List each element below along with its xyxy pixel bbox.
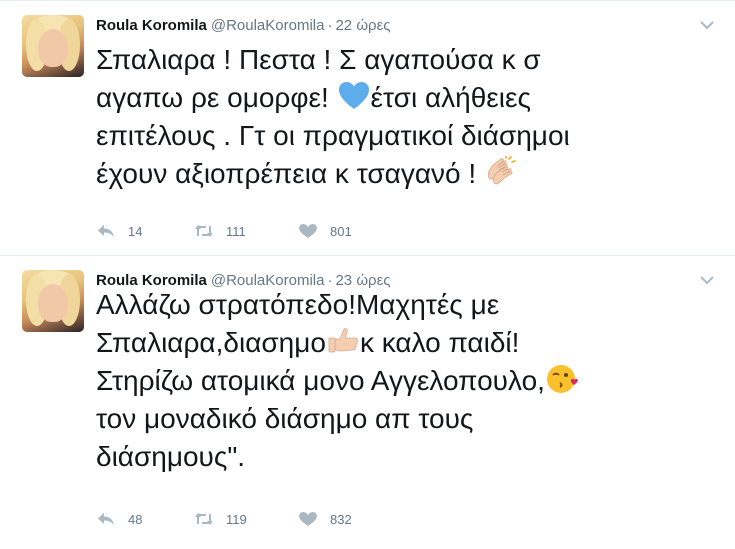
reply-count: 14 bbox=[128, 223, 143, 239]
tweet-actions: 14 111 801 bbox=[96, 221, 378, 241]
blue-heart-icon bbox=[338, 82, 369, 109]
clapping-hands-icon bbox=[487, 156, 516, 185]
heart-icon bbox=[299, 512, 317, 526]
reply-button[interactable]: 48 bbox=[96, 511, 194, 527]
timestamp[interactable]: 22 ώρες bbox=[335, 17, 390, 34]
author-handle[interactable]: @RoulaKoromila bbox=[211, 17, 325, 34]
reply-icon bbox=[98, 225, 114, 237]
reply-icon bbox=[98, 513, 114, 525]
thumbs-up-icon bbox=[328, 328, 358, 353]
tweet[interactable]: Roula Koromila @RoulaKoromila · 22 ώρες Σπα… bbox=[0, 0, 735, 256]
retweet-count: 111 bbox=[226, 223, 246, 239]
chevron-down-icon[interactable] bbox=[697, 17, 717, 33]
face-throwing-kiss-icon bbox=[546, 365, 578, 393]
tweet-text: Αλλάζω στρατόπεδο!Μαχητές με Σπαλιαρα,δι… bbox=[96, 286, 716, 476]
like-button[interactable]: 801 bbox=[298, 223, 378, 239]
like-count: 801 bbox=[330, 223, 352, 239]
reply-button[interactable]: 14 bbox=[96, 223, 194, 239]
tweet-text: Σπαλιαρα ! Πεστα ! Σ αγαπούσα κ σ αγαπω … bbox=[96, 41, 716, 193]
like-button[interactable]: 832 bbox=[298, 511, 378, 527]
separator: · bbox=[327, 17, 333, 34]
retweet-button[interactable]: 119 bbox=[194, 511, 298, 527]
avatar[interactable] bbox=[22, 270, 84, 332]
retweet-icon bbox=[195, 513, 213, 525]
avatar[interactable] bbox=[22, 15, 84, 77]
tweet[interactable]: Roula Koromila @RoulaKoromila · 23 ώρες Αλλ… bbox=[0, 256, 735, 549]
retweet-icon bbox=[195, 225, 213, 237]
author-name[interactable]: Roula Koromila bbox=[96, 17, 207, 34]
reply-count: 48 bbox=[128, 511, 143, 527]
like-count: 832 bbox=[330, 511, 352, 527]
heart-icon bbox=[299, 224, 317, 238]
retweet-count: 119 bbox=[226, 511, 247, 527]
tweet-text-part: τον μοναδικό διάσημο απ τους διάσημους". bbox=[96, 403, 474, 472]
retweet-button[interactable]: 111 bbox=[194, 223, 298, 239]
tweet-header: Roula Koromila @RoulaKoromila · 22 ώρες bbox=[96, 15, 390, 37]
tweet-actions: 48 119 832 bbox=[96, 509, 378, 529]
